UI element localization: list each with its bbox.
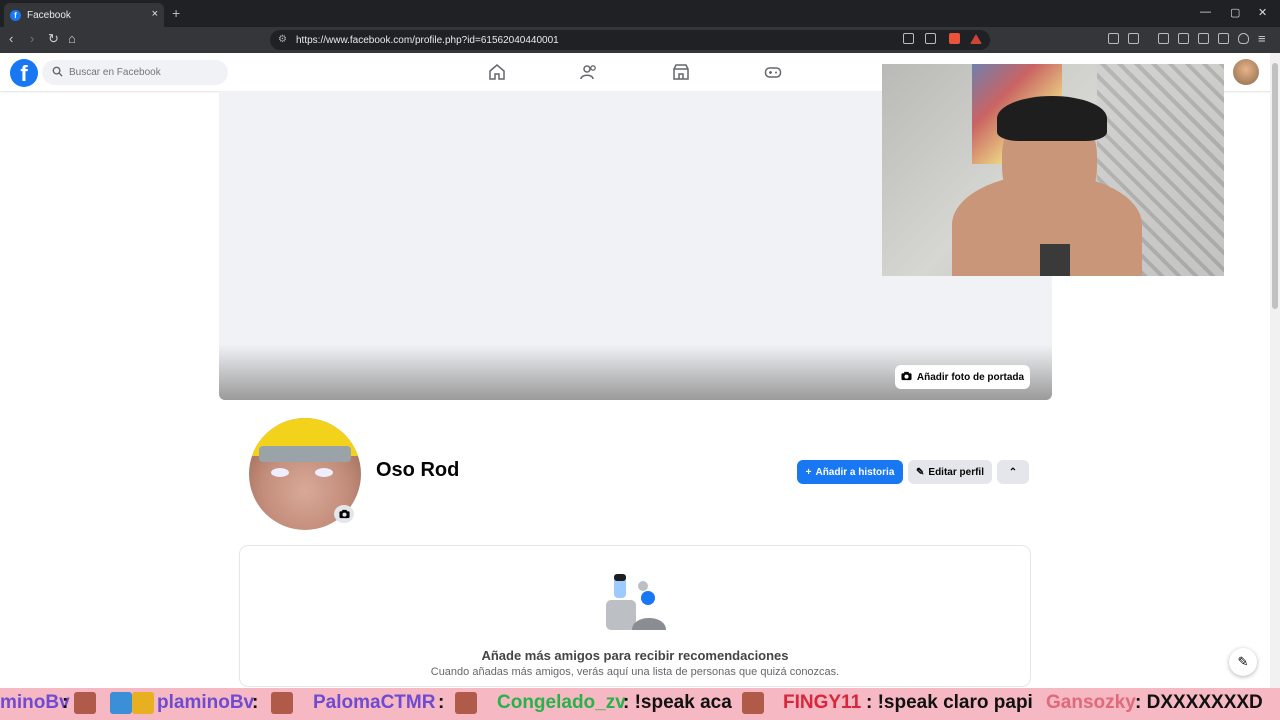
maximize-icon[interactable]: ▢ [1230,6,1240,19]
close-window-icon[interactable]: ✕ [1258,6,1267,19]
account-avatar[interactable] [1233,59,1259,85]
profile-name: Oso Rod [376,459,460,481]
sidebar-icon[interactable] [1178,33,1189,44]
plus-icon: + [805,466,812,478]
chat-username: FINGY11 [783,692,862,713]
search-icon [52,66,63,80]
tab-search-icon[interactable] [1128,33,1139,44]
tab-title: Facebook [27,9,71,21]
chat-emote-icon [455,692,477,714]
tab-close-icon[interactable]: × [152,8,158,20]
add-story-button[interactable]: + Añadir a historia [797,460,903,484]
add-story-label: Añadir a historia [815,466,895,478]
chat-emote-icon [742,692,764,714]
chat-username: Gansozky [1046,692,1136,713]
webcam-overlay [882,64,1224,276]
forward-icon[interactable]: › [30,31,34,46]
friend-recommendations-card: Añade más amigos para recibir recomendac… [240,546,1030,686]
add-cover-photo-button[interactable]: Añadir foto de portada [895,365,1030,389]
minimize-icon[interactable]: — [1200,6,1211,18]
url-text: https://www.facebook.com/profile.php?id=… [296,34,559,46]
new-tab-icon[interactable]: + [172,5,180,21]
facebook-favicon-icon: f [10,9,21,21]
browser-titlebar: f Facebook × + — ▢ ✕ [0,0,1280,27]
chat-text: : !speak claro papi [866,692,1033,713]
address-bar[interactable]: ⚙ https://www.facebook.com/profile.php?i… [270,30,990,50]
edit-profile-button[interactable]: ✎ Editar perfil [908,460,992,484]
profile-picture-headband [259,446,351,462]
scrollbar-thumb[interactable] [1272,63,1278,309]
search-box[interactable] [42,60,228,85]
back-icon[interactable]: ‹ [9,31,13,46]
chevron-up-icon: ⌃ [1008,466,1018,478]
chat-username: PalomaCTMR [313,692,436,713]
new-message-icon[interactable]: ✎ [1229,648,1257,676]
chat-emote-icon [74,692,96,714]
chat-username: minoBv [0,692,70,713]
pencil-icon: ✎ [916,466,925,478]
vpn-icon[interactable] [1238,33,1249,44]
browser-toolbar: ‹ › ↻ ⌂ ⚙ https://www.facebook.com/profi… [0,27,1280,53]
extensions-icon[interactable] [1108,33,1119,44]
gaming-icon[interactable] [764,63,782,81]
home-icon[interactable] [488,63,506,81]
chat-emote-icon [271,692,293,714]
profile-picture-eye [315,468,333,477]
edit-profile-label: Editar perfil [928,466,984,478]
chat-text: : DXXXXXXXD [1135,692,1263,713]
people-illustration-icon [606,574,666,630]
wallet-icon[interactable] [1198,33,1209,44]
more-options-button[interactable]: ⌃ [997,460,1029,484]
home-browser-icon[interactable]: ⌂ [68,31,76,46]
site-settings-icon[interactable]: ⚙ [278,34,287,45]
chat-text: : [252,692,259,713]
share-icon[interactable] [925,33,936,44]
chat-username: plaminoBv [157,692,255,713]
browser-tab[interactable]: f Facebook × [4,3,164,27]
chat-username: Congelado_zv [497,692,626,713]
chat-text: : !speak aca [623,692,732,713]
camera-icon [901,371,912,384]
reload-icon[interactable]: ↻ [48,31,59,47]
microphone [1040,244,1070,276]
friends-icon[interactable] [580,63,598,81]
profile-camera-icon[interactable] [334,505,354,523]
chat-text: : [438,692,445,713]
menu-icon[interactable]: ≡ [1258,31,1266,46]
chat-text: : [62,692,69,713]
music-icon[interactable] [1158,33,1169,44]
recommendations-subtitle: Cuando añadas más amigos, verás aquí una… [430,666,840,678]
profile-picture-eye [271,468,289,477]
brave-shield-icon[interactable] [949,33,960,44]
recommendations-title: Añade más amigos para recibir recomendac… [481,648,789,663]
brave-rewards-icon[interactable] [970,34,982,44]
facebook-logo-icon[interactable]: f [10,59,38,87]
add-cover-photo-label: Añadir foto de portada [916,371,1025,383]
search-input[interactable] [69,67,219,78]
screen-icon[interactable] [903,33,914,44]
chat-crown-icon [132,692,154,714]
streamer-hair [997,96,1107,141]
page-scrollbar[interactable] [1270,53,1280,688]
stream-chat-overlay: minoBv : plaminoBv : PalomaCTMR : Congel… [0,688,1280,720]
ai-icon[interactable] [1218,33,1229,44]
marketplace-icon[interactable] [672,63,690,81]
chat-badge-icon [110,692,132,714]
